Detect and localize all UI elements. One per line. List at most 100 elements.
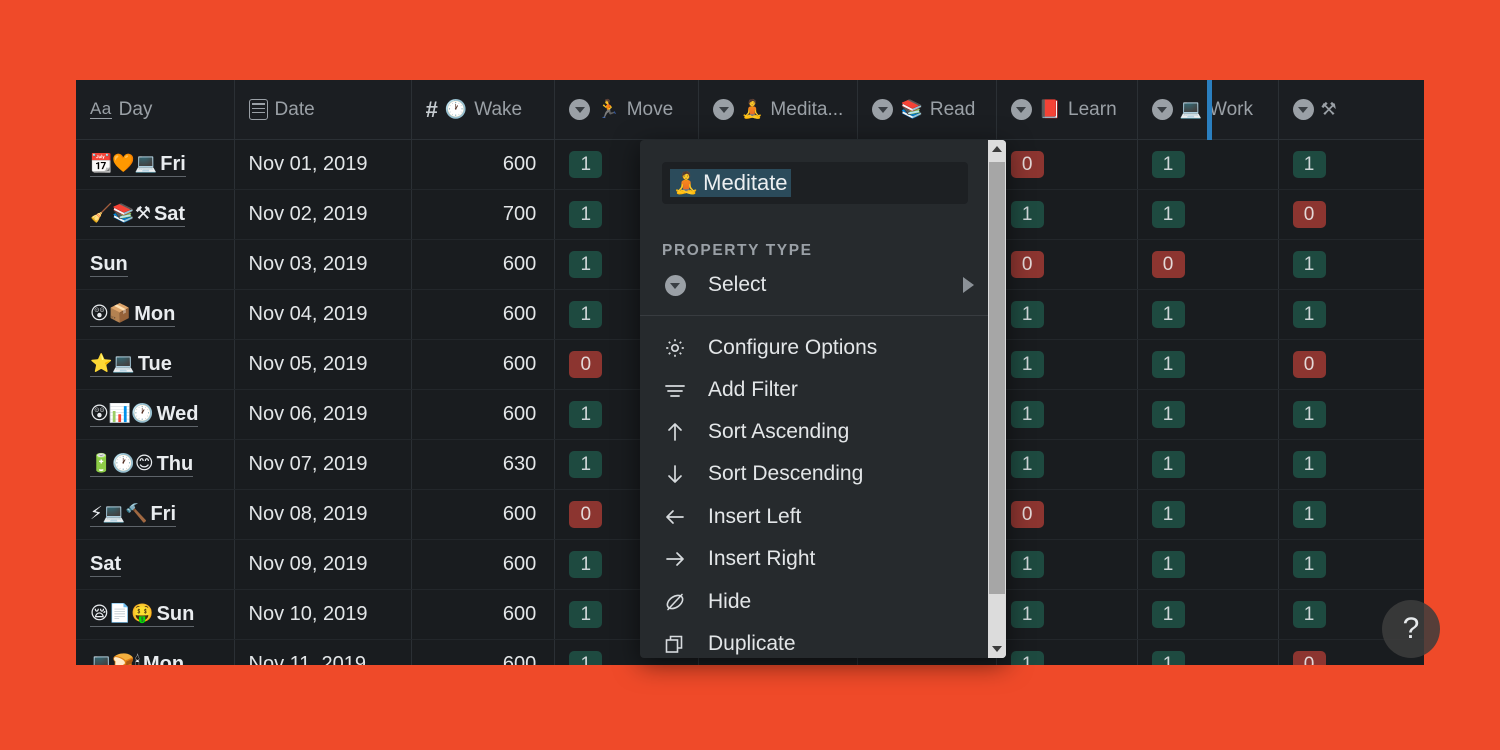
cell-date[interactable]: Nov 10, 2019 (235, 590, 412, 639)
chevron-down-circle-icon[interactable] (872, 99, 894, 120)
status-badge[interactable]: 1 (1292, 251, 1326, 278)
cell-build[interactable]: 1 (1279, 140, 1424, 189)
status-badge[interactable]: 0 (1292, 651, 1326, 665)
status-badge[interactable]: 0 (1010, 251, 1044, 278)
status-badge[interactable]: 1 (569, 151, 603, 178)
status-badge[interactable]: 1 (1151, 501, 1185, 528)
cell-learn[interactable]: 0 (997, 240, 1138, 289)
menu-scrollbar[interactable] (988, 140, 1006, 658)
status-badge[interactable]: 1 (1010, 451, 1044, 478)
cell-build[interactable]: 1 (1279, 240, 1424, 289)
cell-date[interactable]: Nov 03, 2019 (235, 240, 412, 289)
menu-item-add-filter[interactable]: Add Filter (640, 370, 988, 410)
status-badge[interactable]: 1 (1151, 601, 1185, 628)
cell-day[interactable]: 📆🧡💻 Fri (76, 140, 235, 189)
cell-learn[interactable]: 1 (997, 190, 1138, 239)
cell-wake[interactable]: 600 (412, 390, 556, 439)
status-badge[interactable]: 1 (1151, 651, 1185, 665)
cell-wake[interactable]: 600 (412, 140, 556, 189)
status-badge[interactable]: 1 (1151, 151, 1185, 178)
chevron-down-circle-icon[interactable] (713, 99, 734, 120)
menu-item-select[interactable]: Select (640, 265, 988, 305)
cell-learn[interactable]: 0 (997, 140, 1138, 189)
column-header-move[interactable]: 🏃 Move (555, 80, 699, 139)
cell-work[interactable]: 1 (1138, 540, 1279, 589)
cell-wake[interactable]: 600 (412, 590, 556, 639)
status-badge[interactable]: 0 (1151, 251, 1185, 278)
status-badge[interactable]: 1 (1292, 301, 1326, 328)
status-badge[interactable]: 1 (1151, 551, 1185, 578)
status-badge[interactable]: 1 (1151, 301, 1185, 328)
status-badge[interactable]: 1 (569, 201, 603, 228)
column-resize-handle[interactable] (1207, 80, 1212, 140)
cell-date[interactable]: Nov 08, 2019 (235, 490, 412, 539)
status-badge[interactable]: 0 (569, 351, 603, 378)
cell-work[interactable]: 1 (1138, 390, 1279, 439)
status-badge[interactable]: 1 (569, 601, 603, 628)
cell-date[interactable]: Nov 02, 2019 (235, 190, 412, 239)
cell-work[interactable]: 1 (1138, 640, 1279, 665)
chevron-down-circle-icon[interactable] (569, 99, 591, 120)
status-badge[interactable]: 0 (1010, 501, 1044, 528)
cell-build[interactable]: 1 (1279, 490, 1424, 539)
status-badge[interactable]: 1 (569, 301, 603, 328)
scrollbar-up-arrow[interactable] (988, 140, 1006, 158)
cell-learn[interactable]: 1 (997, 390, 1138, 439)
status-badge[interactable]: 1 (1010, 201, 1044, 228)
cell-day[interactable]: 💻🍞🕯 Mon (76, 640, 235, 665)
status-badge[interactable]: 1 (1151, 401, 1185, 428)
column-header-meditate[interactable]: 🧘 Medita... (699, 80, 859, 139)
cell-wake[interactable]: 600 (412, 340, 556, 389)
cell-date[interactable]: Nov 06, 2019 (235, 390, 412, 439)
status-badge[interactable]: 0 (1010, 151, 1044, 178)
status-badge[interactable]: 1 (1292, 551, 1326, 578)
cell-date[interactable]: Nov 05, 2019 (235, 340, 412, 389)
cell-date[interactable]: Nov 11, 2019 (235, 640, 412, 665)
scrollbar-down-arrow[interactable] (988, 640, 1006, 658)
menu-item-sort-ascending[interactable]: Sort Ascending (640, 412, 988, 452)
cell-build[interactable]: 0 (1279, 340, 1424, 389)
cell-build[interactable]: 0 (1279, 190, 1424, 239)
cell-build[interactable]: 1 (1279, 440, 1424, 489)
cell-work[interactable]: 0 (1138, 240, 1279, 289)
status-badge[interactable]: 1 (569, 651, 603, 665)
menu-item-insert-left[interactable]: Insert Left (640, 497, 988, 537)
cell-work[interactable]: 1 (1138, 590, 1279, 639)
status-badge[interactable]: 1 (1010, 301, 1044, 328)
scrollbar-thumb[interactable] (989, 162, 1005, 594)
status-badge[interactable]: 1 (1151, 451, 1185, 478)
cell-learn[interactable]: 1 (997, 590, 1138, 639)
status-badge[interactable]: 1 (1292, 501, 1326, 528)
column-header-wake[interactable]: # 🕐 Wake (412, 80, 556, 139)
cell-date[interactable]: Nov 01, 2019 (235, 140, 412, 189)
cell-day[interactable]: Sat (76, 540, 235, 589)
status-badge[interactable]: 1 (569, 551, 603, 578)
cell-work[interactable]: 1 (1138, 190, 1279, 239)
menu-item-hide[interactable]: Hide (640, 582, 988, 622)
cell-day[interactable]: 😲📊🕐 Wed (76, 390, 235, 439)
menu-item-insert-right[interactable]: Insert Right (640, 539, 988, 579)
menu-item-sort-descending[interactable]: Sort Descending (640, 454, 988, 494)
cell-date[interactable]: Nov 09, 2019 (235, 540, 412, 589)
cell-work[interactable]: 1 (1138, 340, 1279, 389)
cell-wake[interactable]: 600 (412, 290, 556, 339)
column-header-read[interactable]: 📚 Read (858, 80, 997, 139)
status-badge[interactable]: 1 (1292, 151, 1326, 178)
cell-wake[interactable]: 600 (412, 240, 556, 289)
cell-day[interactable]: Sun (76, 240, 235, 289)
property-name-input[interactable]: 🧘 Meditate (662, 162, 968, 204)
status-badge[interactable]: 1 (1292, 401, 1326, 428)
cell-day[interactable]: 🧹📚⚒ Sat (76, 190, 235, 239)
status-badge[interactable]: 0 (569, 501, 603, 528)
cell-wake[interactable]: 700 (412, 190, 556, 239)
status-badge[interactable]: 1 (1151, 201, 1185, 228)
cell-work[interactable]: 1 (1138, 440, 1279, 489)
chevron-down-circle-icon[interactable] (1151, 99, 1173, 120)
cell-day[interactable]: ⭐💻 Tue (76, 340, 235, 389)
cell-work[interactable]: 1 (1138, 140, 1279, 189)
cell-build[interactable]: 1 (1279, 390, 1424, 439)
cell-date[interactable]: Nov 04, 2019 (235, 290, 412, 339)
status-badge[interactable]: 1 (1010, 351, 1044, 378)
cell-work[interactable]: 1 (1138, 490, 1279, 539)
status-badge[interactable]: 1 (569, 251, 603, 278)
